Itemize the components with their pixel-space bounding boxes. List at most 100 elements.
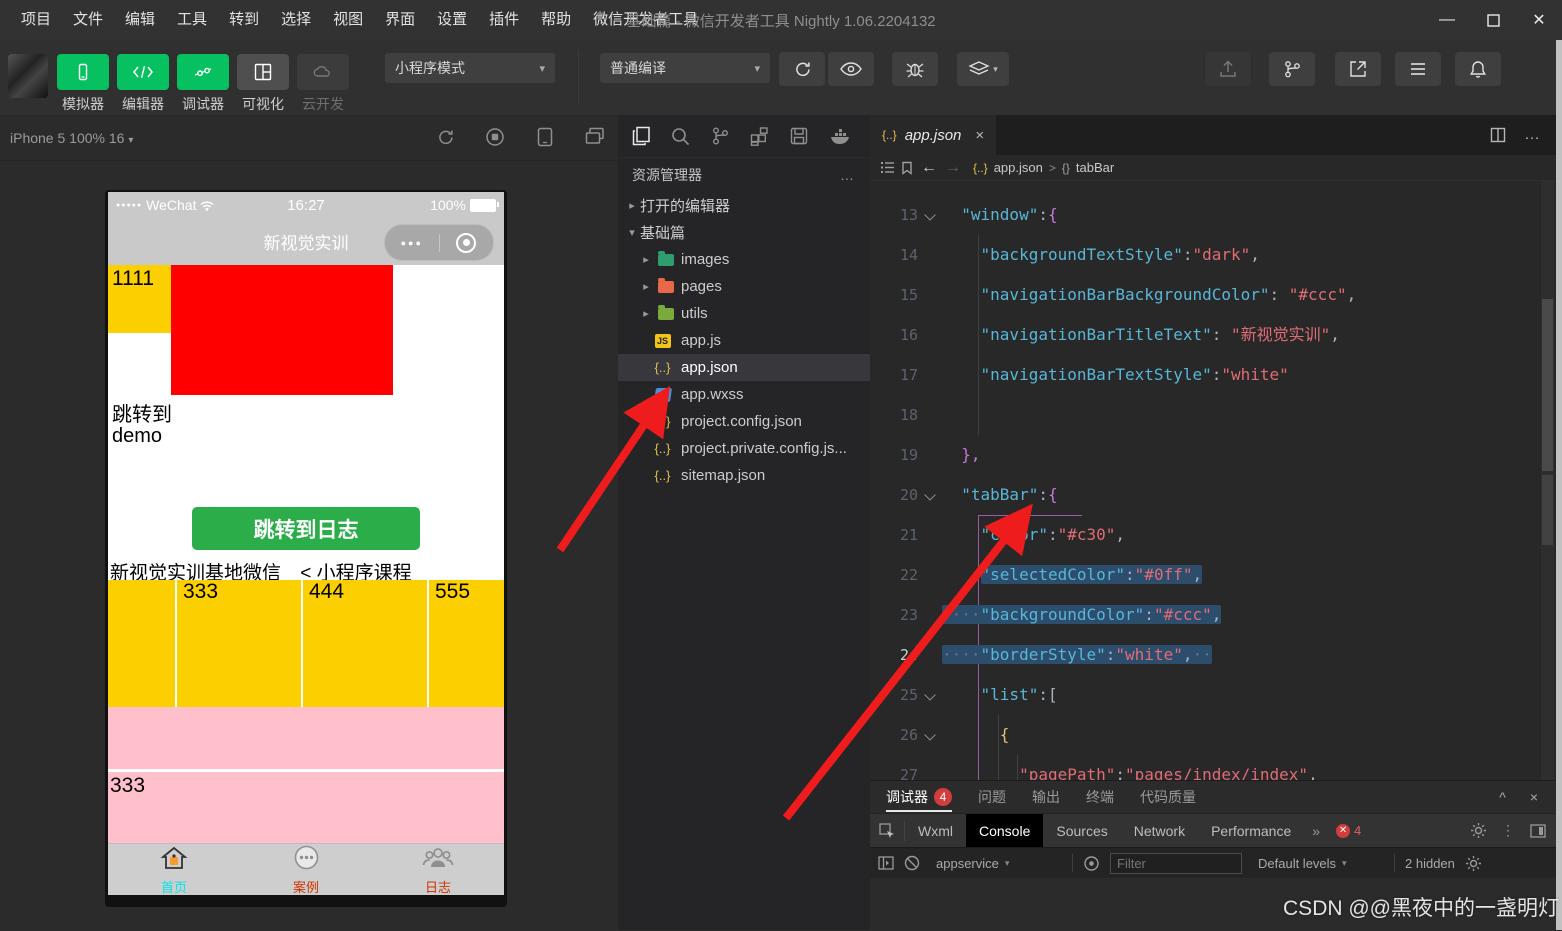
inspect-element-icon[interactable] bbox=[870, 821, 905, 841]
device-selector[interactable]: iPhone 5 100% 16 ▾ bbox=[10, 130, 133, 146]
file-row-app.json[interactable]: {..}app.json bbox=[618, 354, 870, 381]
code-line-14[interactable]: 14 "backgroundTextStyle":"dark", bbox=[870, 235, 1556, 275]
stop-icon[interactable] bbox=[485, 127, 505, 147]
code-area[interactable]: 13 "window":{14 "backgroundTextStyle":"d… bbox=[870, 181, 1556, 780]
more-dots-icon[interactable] bbox=[385, 238, 439, 248]
file-row-sitemap.json[interactable]: {..}sitemap.json bbox=[618, 462, 870, 489]
tabbar-item-首页[interactable]: 首页 bbox=[108, 844, 240, 895]
console-sidebar-icon[interactable] bbox=[878, 856, 894, 870]
back-arrow-icon[interactable]: ← bbox=[921, 159, 937, 177]
file-row-project.config.json[interactable]: {..}project.config.json bbox=[618, 408, 870, 435]
menu-item-选择[interactable]: 选择 bbox=[270, 0, 322, 40]
fold-chevron-icon[interactable] bbox=[918, 675, 942, 715]
cloud-dev-toggle[interactable]: 云开发 bbox=[297, 54, 349, 114]
storage-icon[interactable] bbox=[790, 127, 809, 146]
code-line-16[interactable]: 16 "navigationBarTitleText": "新视觉实训", bbox=[870, 315, 1556, 355]
scrollbar-thumb[interactable] bbox=[1542, 475, 1553, 545]
panel-tab-调试器[interactable]: 调试器4 bbox=[886, 781, 952, 813]
project-root-section[interactable]: 基础篇 bbox=[618, 219, 870, 246]
code-line-17[interactable]: 17 "navigationBarTextStyle":"white" bbox=[870, 355, 1556, 395]
scrollbar-thumb[interactable] bbox=[1542, 299, 1553, 471]
panel-tab-代码质量[interactable]: 代码质量 bbox=[1140, 781, 1196, 813]
fold-chevron-icon[interactable] bbox=[918, 195, 942, 235]
menu-item-帮助[interactable]: 帮助 bbox=[530, 0, 582, 40]
search-icon[interactable] bbox=[671, 127, 690, 146]
code-line-25[interactable]: 25 "list":[ bbox=[870, 675, 1556, 715]
menu-item-微信开发者工具[interactable]: 微信开发者工具 bbox=[582, 0, 709, 40]
menu-item-设置[interactable]: 设置 bbox=[426, 0, 478, 40]
visual-toggle[interactable]: 可视化 bbox=[237, 54, 289, 114]
menu-item-转到[interactable]: 转到 bbox=[218, 0, 270, 40]
forward-arrow-icon[interactable]: → bbox=[945, 159, 961, 177]
clear-console-icon[interactable] bbox=[904, 855, 920, 871]
code-line-15[interactable]: 15 "navigationBarBackgroundColor": "#ccc… bbox=[870, 275, 1556, 315]
collapse-panel-icon[interactable]: ^ bbox=[1499, 789, 1506, 805]
outline-icon[interactable] bbox=[880, 161, 895, 174]
menu-item-编辑[interactable]: 编辑 bbox=[114, 0, 166, 40]
close-miniprogram-icon[interactable] bbox=[440, 233, 494, 253]
upload-button[interactable] bbox=[1205, 52, 1251, 86]
code-line-26[interactable]: 26 { bbox=[870, 715, 1556, 755]
file-row-pages[interactable]: pages bbox=[618, 273, 870, 300]
close-button[interactable]: ✕ bbox=[1516, 0, 1562, 40]
code-line-24[interactable]: 24····"borderStyle":"white",·· bbox=[870, 635, 1556, 675]
eye-watch-icon[interactable] bbox=[1083, 855, 1100, 872]
test-account-button[interactable] bbox=[1335, 52, 1381, 86]
file-row-utils[interactable]: utils bbox=[618, 300, 870, 327]
device-debug-button[interactable] bbox=[892, 52, 938, 86]
file-row-project.private.config.js...[interactable]: {..}project.private.config.js... bbox=[618, 435, 870, 462]
kebab-menu-icon[interactable]: ⋮ bbox=[1501, 822, 1516, 839]
devtools-tab-Performance[interactable]: Performance bbox=[1198, 814, 1304, 847]
details-button[interactable] bbox=[1395, 52, 1441, 86]
minimize-button[interactable]: — bbox=[1424, 0, 1470, 40]
maximize-button[interactable] bbox=[1470, 0, 1516, 40]
compile-mode-dropdown[interactable]: 普通编译 ▾ bbox=[600, 53, 770, 83]
menu-item-插件[interactable]: 插件 bbox=[478, 0, 530, 40]
devtools-tab-Network[interactable]: Network bbox=[1121, 814, 1198, 847]
menu-item-工具[interactable]: 工具 bbox=[166, 0, 218, 40]
capsule-menu[interactable] bbox=[384, 224, 494, 261]
preview-button[interactable] bbox=[828, 52, 874, 86]
source-control-icon[interactable] bbox=[711, 126, 729, 146]
simulator-toggle[interactable]: 模拟器 bbox=[57, 54, 109, 114]
compile-button[interactable] bbox=[779, 52, 825, 86]
device-frame-icon[interactable] bbox=[537, 127, 553, 147]
docker-icon[interactable] bbox=[830, 128, 852, 145]
file-row-app.js[interactable]: JSapp.js bbox=[618, 327, 870, 354]
context-dropdown[interactable]: appservice ▾ bbox=[930, 854, 1062, 873]
code-line-13[interactable]: 13 "window":{ bbox=[870, 195, 1556, 235]
tabbar-item-案例[interactable]: 案例 bbox=[240, 844, 372, 895]
fold-chevron-icon[interactable] bbox=[918, 715, 942, 755]
devtools-tab-Wxml[interactable]: Wxml bbox=[905, 814, 966, 847]
more-actions-icon[interactable]: … bbox=[840, 167, 856, 183]
close-panel-icon[interactable]: × bbox=[1530, 789, 1538, 805]
code-line-22[interactable]: 22 "selectedColor":"#0ff", bbox=[870, 555, 1556, 595]
code-line-23[interactable]: 23····"backgroundColor":"#ccc", bbox=[870, 595, 1556, 635]
breadcrumb-symbol[interactable]: tabBar bbox=[1076, 160, 1114, 175]
menu-item-文件[interactable]: 文件 bbox=[62, 0, 114, 40]
code-line-21[interactable]: 21 "color":"#c30", bbox=[870, 515, 1556, 555]
devtools-settings-icon[interactable] bbox=[1470, 822, 1487, 839]
file-row-app.wxss[interactable]: Wapp.wxss bbox=[618, 381, 870, 408]
code-line-18[interactable]: 18 bbox=[870, 395, 1556, 435]
editor-toggle[interactable]: 编辑器 bbox=[117, 54, 169, 114]
code-line-20[interactable]: 20 "tabBar":{ bbox=[870, 475, 1556, 515]
extensions-icon[interactable] bbox=[750, 127, 769, 146]
code-line-27[interactable]: 27 "pagePath":"pages/index/index", bbox=[870, 755, 1556, 780]
clear-cache-button[interactable]: ▾ bbox=[957, 52, 1009, 86]
files-icon[interactable] bbox=[632, 126, 650, 146]
open-editors-section[interactable]: 打开的编辑器 bbox=[618, 192, 870, 219]
tab-app-json[interactable]: {..} app.json × bbox=[870, 115, 996, 155]
menu-item-项目[interactable]: 项目 bbox=[10, 0, 62, 40]
error-counter[interactable]: ✕ 4 bbox=[1328, 823, 1369, 838]
close-tab-icon[interactable]: × bbox=[975, 127, 984, 144]
jump-to-logs-button[interactable]: 跳转到日志 bbox=[192, 507, 420, 550]
user-avatar[interactable] bbox=[8, 54, 48, 98]
bookmark-icon[interactable] bbox=[901, 161, 913, 175]
overflow-tabs-icon[interactable]: » bbox=[1304, 823, 1328, 839]
float-window-icon[interactable] bbox=[585, 127, 605, 145]
messages-button[interactable] bbox=[1455, 52, 1501, 86]
console-settings-icon[interactable] bbox=[1465, 855, 1482, 872]
version-control-button[interactable] bbox=[1269, 52, 1315, 86]
fold-chevron-icon[interactable] bbox=[918, 475, 942, 515]
